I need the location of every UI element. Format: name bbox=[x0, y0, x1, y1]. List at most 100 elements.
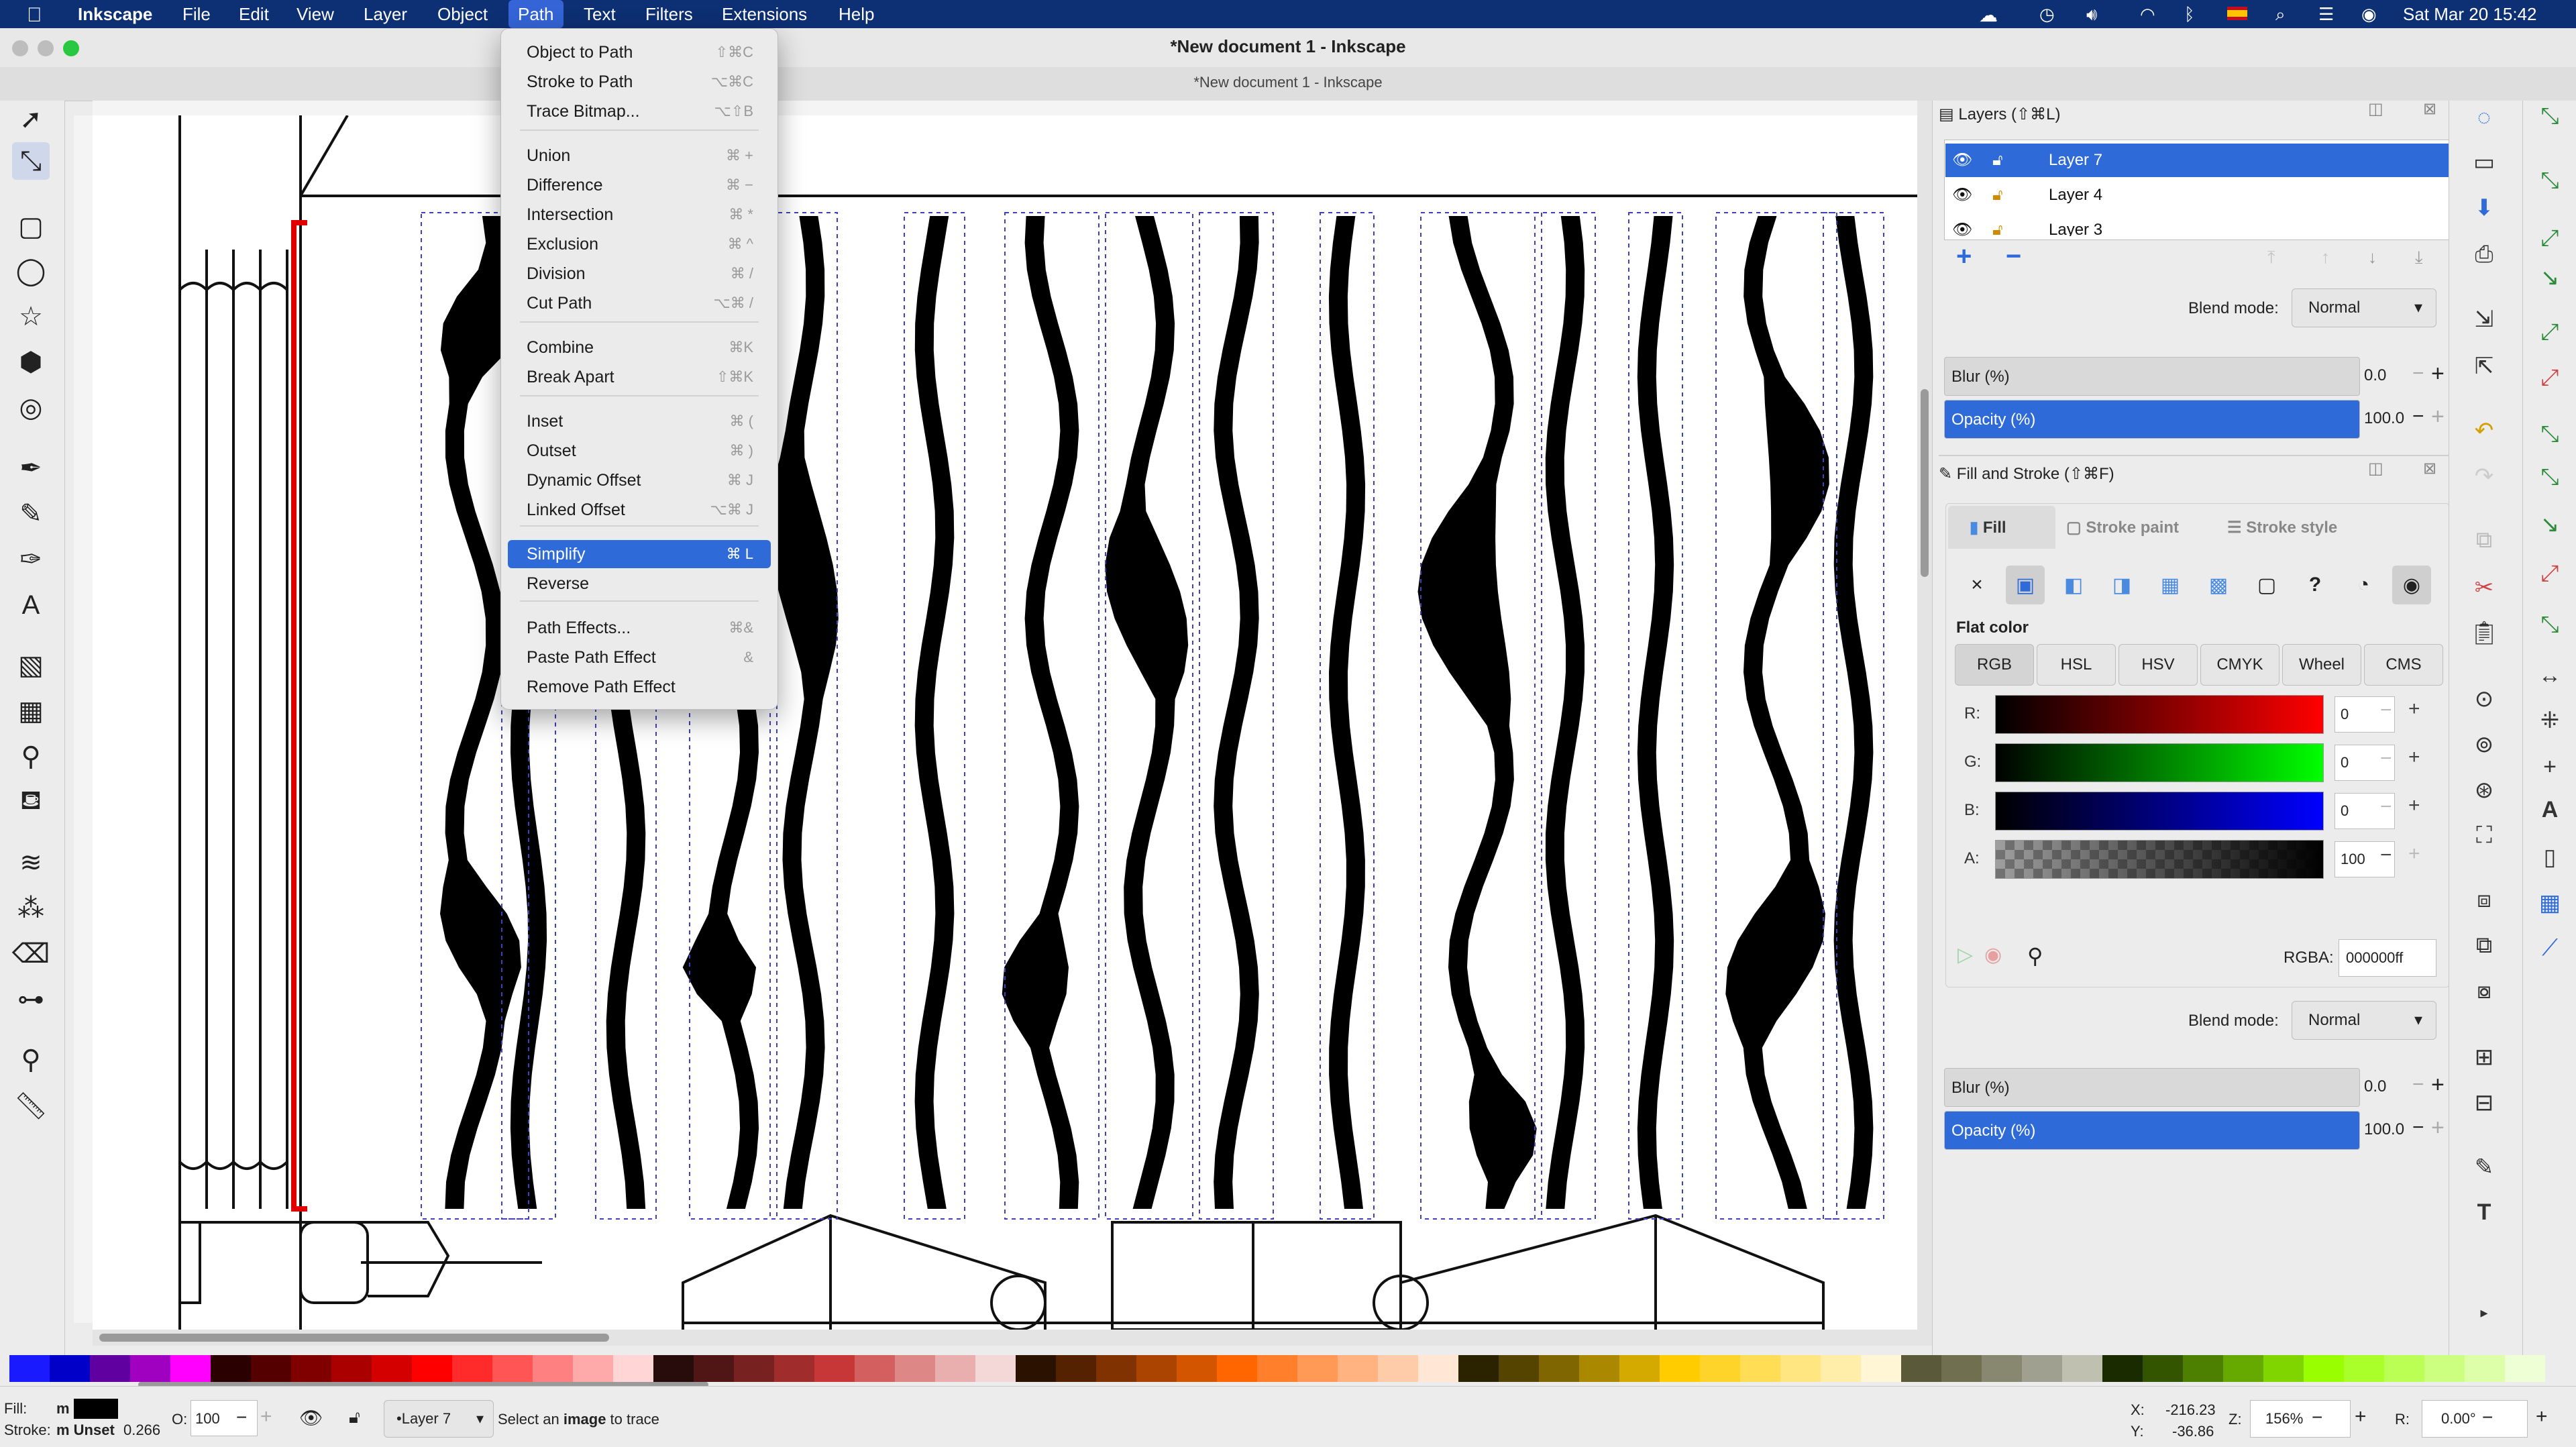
pencil-tool-icon[interactable]: ✎ bbox=[12, 495, 50, 533]
canvas-drawing[interactable] bbox=[93, 115, 1917, 1330]
palette-swatch[interactable] bbox=[251, 1355, 291, 1382]
menu-layer[interactable]: Layer bbox=[364, 4, 407, 25]
menu-item-dynamic-offset[interactable]: Dynamic Offset ⌘ J bbox=[508, 466, 771, 494]
layer-blur-value[interactable]: 0.0 bbox=[2364, 366, 2386, 385]
palette-swatch[interactable] bbox=[1579, 1355, 1619, 1382]
layer-blend-select[interactable]: Normal ▾ bbox=[2292, 288, 2436, 327]
snap-bbox-icon[interactable]: ⤡ bbox=[2530, 168, 2570, 194]
object-opacity-decrement[interactable]: − bbox=[2412, 1116, 2424, 1139]
drawing-canvas[interactable] bbox=[93, 115, 1917, 1330]
mode-rgb-button[interactable]: RGB bbox=[1955, 644, 2034, 686]
horizontal-scroll-thumb[interactable] bbox=[99, 1334, 609, 1342]
save-icon[interactable]: ⬇ bbox=[2464, 195, 2504, 221]
menu-item-division[interactable]: Division ⌘ / bbox=[508, 260, 771, 288]
mode-hsv-button[interactable]: HSV bbox=[2118, 644, 2198, 686]
palette-swatch[interactable] bbox=[1338, 1355, 1378, 1382]
menu-item-cut-path[interactable]: Cut Path ⌥⌘ / bbox=[508, 289, 771, 317]
pen-tool-icon[interactable]: ✒ bbox=[12, 449, 50, 487]
palette-swatch[interactable] bbox=[492, 1355, 533, 1382]
snap-smooth-icon[interactable]: ⤡ bbox=[2530, 612, 2570, 638]
group-icon[interactable]: ⊞ bbox=[2464, 1044, 2504, 1071]
selected-path-shape[interactable] bbox=[1417, 216, 1537, 1209]
ellipse-tool-icon[interactable]: ◯ bbox=[12, 252, 50, 290]
selected-path-shape[interactable] bbox=[1105, 216, 1189, 1209]
current-layer-select[interactable]: •Layer 7 ▾ bbox=[384, 1400, 494, 1438]
zoom-increment[interactable]: + bbox=[2355, 1405, 2367, 1428]
layer-blur-increment[interactable]: + bbox=[2431, 361, 2445, 387]
green-channel-slider[interactable] bbox=[1995, 743, 2324, 782]
gradient-tool-icon[interactable]: ▧ bbox=[12, 647, 50, 684]
selected-path-shape[interactable] bbox=[914, 216, 955, 1209]
layer-row-layer-3[interactable]: 👁︎ 🔓︎ Layer 3 bbox=[1945, 213, 2449, 236]
palette-swatch[interactable] bbox=[2465, 1355, 2505, 1382]
flat-color-icon[interactable]: ▣ bbox=[2006, 566, 2045, 604]
zoom-width-icon[interactable]: ⛶ bbox=[2464, 822, 2504, 849]
menu-item-object-to-path[interactable]: Object to Path ⇧⌘C bbox=[508, 38, 771, 66]
selector-tool-icon[interactable]: ➚ bbox=[12, 101, 50, 138]
menu-item-paste-path-effect[interactable]: Paste Path Effect & bbox=[508, 643, 771, 672]
palette-swatch[interactable] bbox=[1780, 1355, 1821, 1382]
palette-swatch[interactable] bbox=[1660, 1355, 1700, 1382]
undo-icon[interactable]: ↶ bbox=[2464, 417, 2504, 444]
palette-swatch[interactable] bbox=[533, 1355, 573, 1382]
eraser-tool-icon[interactable]: ⌫ bbox=[12, 935, 50, 973]
fill-rule-nonzero-icon[interactable]: ◉ bbox=[2392, 566, 2431, 604]
palette-swatch[interactable] bbox=[2183, 1355, 2223, 1382]
palette-swatch[interactable] bbox=[613, 1355, 653, 1382]
open-file-icon[interactable]: ▭ bbox=[2464, 149, 2504, 176]
palette-swatch[interactable] bbox=[130, 1355, 170, 1382]
palette-swatch[interactable] bbox=[1217, 1355, 1257, 1382]
palette-swatch[interactable] bbox=[975, 1355, 1016, 1382]
panel-minimize-icon[interactable]: ◫ bbox=[2368, 459, 2383, 478]
alpha-increment[interactable]: + bbox=[2408, 843, 2420, 865]
palette-swatch[interactable] bbox=[2424, 1355, 2465, 1382]
palette-swatch[interactable] bbox=[412, 1355, 452, 1382]
snap-nodes-icon[interactable]: ⤡ bbox=[2530, 421, 2570, 447]
selected-path-shape[interactable] bbox=[1545, 216, 1585, 1209]
menu-item-combine[interactable]: Combine ⌘K bbox=[508, 333, 771, 362]
palette-swatch[interactable] bbox=[855, 1355, 895, 1382]
selected-path-shape[interactable] bbox=[1002, 216, 1079, 1209]
palette-swatch[interactable] bbox=[814, 1355, 855, 1382]
menu-help[interactable]: Help bbox=[839, 4, 874, 25]
panel-minimize-icon[interactable]: ◫ bbox=[2368, 99, 2383, 119]
menubar-clock[interactable]: Sat Mar 20 15:42 bbox=[2403, 4, 2536, 25]
tweak-tool-icon[interactable]: ≋ bbox=[12, 844, 50, 881]
object-blur-slider[interactable]: Blur (%) bbox=[1944, 1068, 2360, 1107]
menu-item-remove-path-effect[interactable]: Remove Path Effect bbox=[508, 673, 771, 701]
zoom-page-icon[interactable]: ⊛ bbox=[2464, 777, 2504, 804]
palette-swatch[interactable] bbox=[9, 1355, 50, 1382]
calligraphy-tool-icon[interactable]: ✑ bbox=[12, 541, 50, 578]
mode-hsl-button[interactable]: HSL bbox=[2037, 644, 2116, 686]
node-tool-icon[interactable]: ⤡ bbox=[12, 142, 50, 180]
tab-fill[interactable]: ▮ Fill bbox=[1970, 518, 2006, 537]
rectangle-tool-icon[interactable]: ▢ bbox=[12, 208, 50, 246]
spray-tool-icon[interactable]: ⁂ bbox=[12, 890, 50, 927]
object-opacity-slider[interactable]: Opacity (%) bbox=[1944, 1111, 2360, 1150]
vertical-scroll-thumb[interactable] bbox=[1921, 389, 1929, 577]
zoom-drawing-icon[interactable]: ⊚ bbox=[2464, 731, 2504, 758]
fill-rule-evenodd-icon[interactable]: ◔ bbox=[2344, 566, 2383, 604]
palette-swatch[interactable] bbox=[2384, 1355, 2424, 1382]
wifi-icon[interactable]: ◠ bbox=[2140, 4, 2155, 25]
print-icon[interactable]: ⎙ bbox=[2464, 242, 2504, 268]
opacity-decrement[interactable]: − bbox=[236, 1407, 247, 1428]
red-channel-slider[interactable] bbox=[1995, 695, 2324, 734]
green-decrement[interactable]: − bbox=[2380, 747, 2392, 770]
menu-item-linked-offset[interactable]: Linked Offset ⌥⌘ J bbox=[508, 496, 771, 524]
rgba-input[interactable]: 000000ff bbox=[2339, 939, 2436, 977]
export-icon[interactable]: ⇱ bbox=[2464, 353, 2504, 380]
palette-swatch[interactable] bbox=[1056, 1355, 1096, 1382]
palette-swatch[interactable] bbox=[1619, 1355, 1660, 1382]
layer-up-icon[interactable]: ↑ bbox=[2321, 247, 2330, 268]
palette-swatch[interactable] bbox=[50, 1355, 90, 1382]
menu-view[interactable]: View bbox=[297, 4, 334, 25]
menu-extensions[interactable]: Extensions bbox=[722, 4, 807, 25]
layer-row-layer-4[interactable]: 👁︎ 🔓︎ Layer 4 bbox=[1945, 178, 2449, 212]
snap-guide-icon[interactable]: ⟋ bbox=[2530, 935, 2570, 961]
object-blur-decrement[interactable]: − bbox=[2412, 1073, 2424, 1096]
selected-path-shape[interactable] bbox=[769, 216, 839, 1209]
snap-bbox-edge-icon[interactable]: ⤢ bbox=[2530, 225, 2570, 252]
unset-paint-icon[interactable]: ? bbox=[2296, 566, 2334, 604]
menu-edit[interactable]: Edit bbox=[239, 4, 269, 25]
